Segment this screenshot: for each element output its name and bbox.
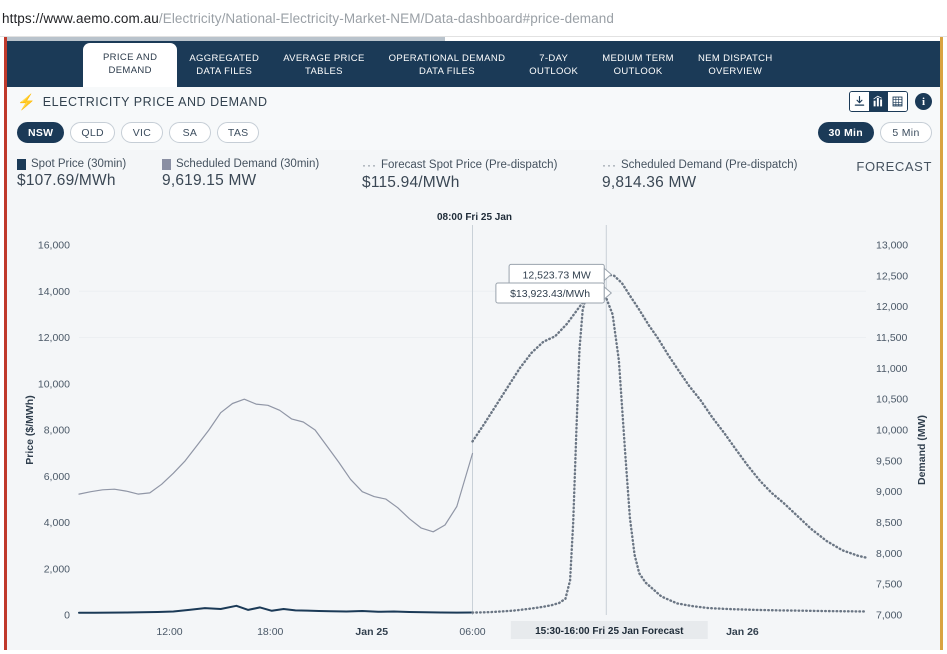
- chart-svg: 0 2,000 4,000 6,000 8,000 10,000 12,000 14,000 1…: [7, 203, 940, 646]
- x-axis-tick-label: Jan 26: [726, 626, 759, 638]
- now-marker-label: 08:00 Fri 25 Jan: [437, 212, 512, 223]
- url-text: https://www.aemo.com.au/Electricity/Nati…: [0, 11, 614, 26]
- interval-button-5-min[interactable]: 5 Min: [880, 122, 932, 143]
- region-button-vic[interactable]: VIC: [120, 122, 163, 143]
- region-filter-group: NSW QLD VIC SA TAS: [17, 117, 260, 143]
- region-button-nsw[interactable]: NSW: [17, 122, 65, 143]
- legend-item-header: ··· Scheduled Demand (Pre-dispatch): [602, 158, 797, 172]
- legend-series-value: $107.69/MWh: [17, 172, 116, 189]
- download-icon[interactable]: [850, 92, 869, 111]
- legend-color-swatch: [17, 158, 26, 170]
- chart-background: [7, 203, 940, 646]
- tab-operational-demand-data-files[interactable]: OPERATIONAL DEMAND DATA FILES: [377, 45, 518, 87]
- legend-item-0[interactable]: Spot Price (30min) $107.69/MWh: [17, 158, 126, 190]
- y2-axis-tick-label: 8,000: [876, 548, 902, 560]
- y2-axis-tick-label: 9,000: [876, 486, 902, 498]
- page-title: ELECTRICITY PRICE AND DEMAND: [42, 95, 268, 109]
- page-frame: PRICE AND DEMAND AGGREGATED DATA FILES AVE…: [4, 37, 943, 650]
- region-button-qld[interactable]: QLD: [70, 122, 115, 143]
- legend-series-value: 9,619.15 MW: [162, 172, 257, 189]
- table-icon[interactable]: [888, 92, 907, 111]
- y-axis-tick-label: 6,000: [44, 471, 70, 483]
- tab-medium-term-outlook[interactable]: MEDIUM TERM OUTLOOK: [590, 45, 686, 87]
- tab-bar: PRICE AND DEMAND AGGREGATED DATA FILES AVE…: [7, 41, 940, 87]
- y-axis-title: Price ($/MWh): [24, 395, 36, 464]
- legend-item-3[interactable]: ··· Scheduled Demand (Pre-dispatch) 9,814.…: [602, 158, 797, 192]
- tab-price-and-demand[interactable]: PRICE AND DEMAND: [83, 43, 178, 87]
- url-path: /Electricity/National-Electricity-Market…: [158, 10, 614, 26]
- section-title-bar: ⚡ ELECTRICITY PRICE AND DEMAND i: [7, 87, 940, 118]
- chart-tooltip-text: 12,523.73 MW: [523, 269, 591, 281]
- y-axis-tick-label: 0: [64, 610, 70, 622]
- chart-tooltip-text: $13,923.43/MWh: [510, 288, 590, 300]
- y-axis-tick-label: 8,000: [44, 425, 70, 437]
- legend-dotted-swatch: ···: [602, 158, 617, 172]
- legend-item-header: Spot Price (30min): [17, 158, 126, 170]
- y2-axis-tick-label: 8,500: [876, 517, 902, 529]
- legend-item-header: ··· Forecast Spot Price (Pre-dispatch): [362, 158, 557, 172]
- chart-legend: FORECAST Spot Price (30min) $107.69/MWh Sc…: [7, 158, 940, 203]
- region-button-sa[interactable]: SA: [168, 122, 211, 143]
- view-toolbar: i: [849, 91, 932, 112]
- y2-axis-tick-label: 10,500: [876, 394, 908, 406]
- interval-button-30-min[interactable]: 30 Min: [817, 122, 874, 143]
- y2-axis-tick-label: 7,500: [876, 579, 902, 591]
- y-axis-tick-label: 16,000: [38, 240, 70, 252]
- legend-series-name: Scheduled Demand (30min): [176, 158, 320, 170]
- y-axis-tick-label: 10,000: [38, 378, 70, 390]
- y2-axis-tick-label: 9,500: [876, 455, 902, 467]
- y2-axis-tick-label: 7,000: [876, 610, 902, 622]
- url-host: https://www.aemo.com.au: [2, 10, 159, 26]
- legend-series-name: Scheduled Demand (Pre-dispatch): [621, 159, 798, 171]
- interval-filter-group: 30 Min 5 Min: [817, 117, 932, 143]
- view-toggle-group: [849, 91, 908, 112]
- y-axis-tick-label: 14,000: [38, 286, 70, 298]
- tab-average-price-tables[interactable]: AVERAGE PRICE TABLES: [271, 45, 376, 87]
- legend-series-value: $115.94/MWh: [362, 174, 460, 191]
- y-axis-tick-label: 12,000: [38, 332, 70, 344]
- legend-item-header: Scheduled Demand (30min): [162, 158, 319, 170]
- legend-item-1[interactable]: Scheduled Demand (30min) 9,619.15 MW: [162, 158, 319, 190]
- y2-axis-title: Demand (MW): [916, 415, 928, 485]
- tab-nem-dispatch-overview[interactable]: NEM DISPATCH OVERVIEW: [686, 45, 785, 87]
- x-axis-tick-label: 12:00: [156, 626, 182, 638]
- price-demand-chart[interactable]: 0 2,000 4,000 6,000 8,000 10,000 12,000 14,000 1…: [7, 203, 940, 646]
- y2-axis-tick-label: 11,500: [876, 332, 907, 344]
- region-button-tas[interactable]: TAS: [216, 122, 260, 143]
- cursor-axis-label-text: 15:30-16:00 Fri 25 Jan Forecast: [535, 626, 684, 637]
- lightning-bolt-icon: ⚡: [17, 93, 36, 111]
- y-axis-tick-label: 2,000: [44, 563, 70, 575]
- legend-item-2[interactable]: ··· Forecast Spot Price (Pre-dispatch) $11…: [362, 158, 557, 192]
- filter-bar: NSW QLD VIC SA TAS 30 Min 5 Min: [7, 117, 940, 150]
- forecast-label: FORECAST: [856, 159, 932, 174]
- browser-url-bar[interactable]: https://www.aemo.com.au/Electricity/Nati…: [0, 0, 947, 37]
- y2-axis-tick-label: 12,000: [876, 301, 908, 313]
- y2-axis-tick-label: 12,500: [876, 270, 908, 282]
- legend-series-name: Forecast Spot Price (Pre-dispatch): [381, 159, 558, 171]
- legend-color-swatch: [162, 158, 171, 170]
- tab-aggregated-data-files[interactable]: AGGREGATED DATA FILES: [177, 45, 271, 87]
- x-axis-tick-label: 18:00: [257, 626, 283, 638]
- y2-axis-tick-label: 10,000: [876, 425, 908, 437]
- tab-7-day-outlook[interactable]: 7-DAY OUTLOOK: [517, 45, 590, 87]
- info-icon[interactable]: i: [915, 93, 932, 110]
- legend-series-name: Spot Price (30min): [31, 158, 127, 170]
- chart-tooltip-0: 12,523.73 MW: [508, 263, 613, 285]
- y2-axis-tick-label: 11,000: [876, 363, 907, 375]
- x-axis-tick-label: Jan 25: [355, 626, 388, 638]
- y2-axis-tick-label: 13,000: [876, 240, 908, 252]
- x-axis-tick-label: 06:00: [459, 626, 485, 638]
- chart-icon[interactable]: [869, 92, 888, 111]
- chart-tooltip-1: $13,923.43/MWh: [495, 282, 613, 304]
- cursor-axis-label: 15:30-16:00 Fri 25 Jan Forecast: [510, 621, 708, 639]
- legend-series-value: 9,814.36 MW: [602, 174, 697, 191]
- legend-dotted-swatch: ···: [362, 158, 377, 172]
- y-axis-tick-label: 4,000: [44, 517, 70, 529]
